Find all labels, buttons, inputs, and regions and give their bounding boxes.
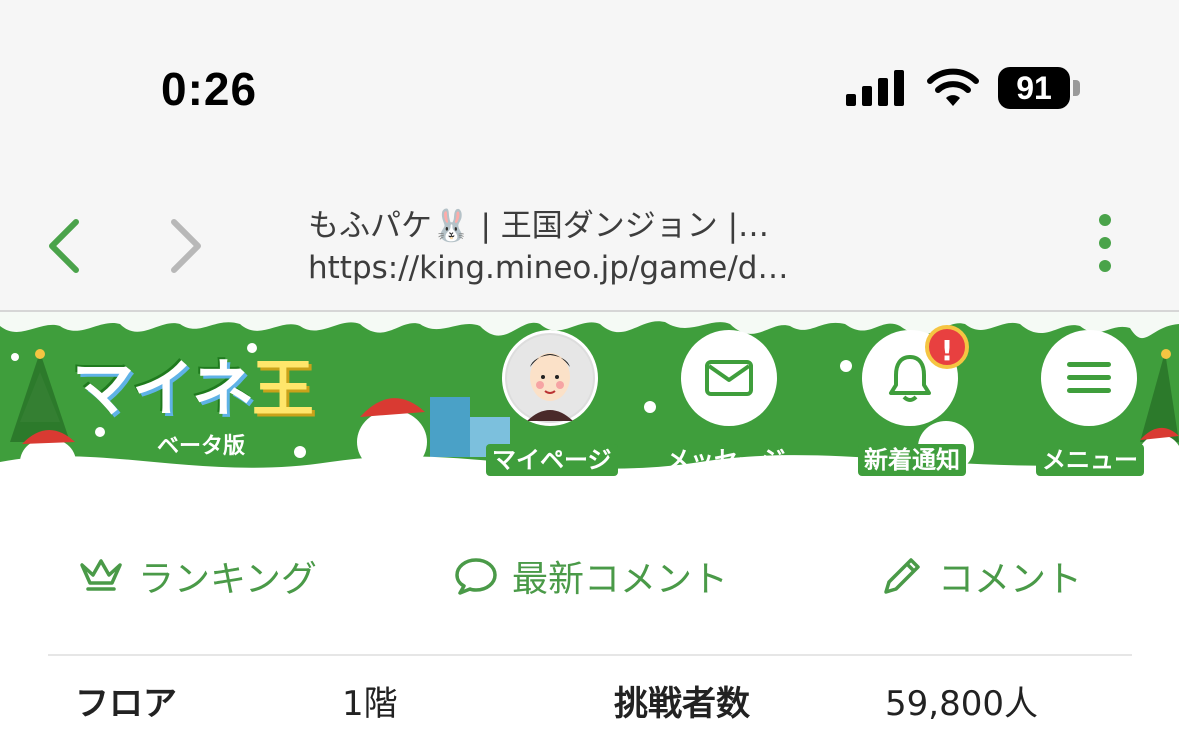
battery-indicator: 91: [998, 67, 1070, 109]
tab-ranking[interactable]: ランキング: [78, 550, 317, 602]
crown-icon: [80, 559, 122, 591]
avatar: [507, 335, 593, 421]
notifications-label[interactable]: 新着通知: [858, 440, 966, 476]
notifications-label-text: 新着通知: [858, 444, 966, 476]
floor-label: フロア: [75, 684, 177, 724]
kebab-dot: [1099, 237, 1111, 249]
floor-value: 1階: [342, 684, 398, 724]
page-title[interactable]: もふパケ🐰 | 王国ダンジョン |…: [308, 200, 769, 245]
pencil-icon: [884, 558, 920, 594]
status-bar: 0:26 91: [0, 0, 1179, 180]
messages-label[interactable]: メッセージ: [666, 440, 786, 475]
cellular-signal-icon: [846, 70, 904, 106]
more-vertical-icon[interactable]: [1090, 214, 1120, 274]
logo-text-main: マイネ: [72, 352, 254, 425]
tab-latest-comments[interactable]: 最新コメント: [454, 550, 728, 602]
mypage-avatar-button[interactable]: [502, 330, 598, 426]
challengers-label: 挑戦者数: [614, 684, 750, 724]
messages-button[interactable]: [681, 330, 777, 426]
logo-text-accent: 王: [252, 352, 314, 425]
back-chevron-icon[interactable]: [40, 216, 90, 276]
bell-icon: [889, 355, 931, 402]
menu-label-text: メニュー: [1036, 444, 1144, 476]
kebab-dot: [1099, 214, 1111, 226]
envelope-icon: [705, 360, 753, 396]
notification-alert-badge: !: [925, 325, 969, 369]
logo-wordmark: マイネ王: [72, 338, 314, 428]
wifi-icon: [927, 68, 979, 106]
hamburger-icon: [1067, 362, 1111, 393]
status-time: 0:26: [161, 63, 258, 115]
browser-toolbar: もふパケ🐰 | 王国ダンジョン |… https://king.mineo.jp…: [0, 180, 1179, 312]
menu-button[interactable]: [1041, 330, 1137, 426]
tab-comment[interactable]: コメント: [880, 550, 1082, 602]
site-logo[interactable]: マイネ王 ベータ版: [72, 338, 314, 459]
mypage-label-text: マイページ: [486, 444, 618, 476]
mypage-label[interactable]: マイページ: [486, 440, 618, 476]
tab-ranking-label: ランキング: [138, 559, 317, 600]
speech-bubble-icon: [455, 558, 497, 595]
battery-nub: [1073, 80, 1080, 96]
menu-label[interactable]: メニュー: [1036, 440, 1144, 476]
challengers-value: 59,800人: [885, 684, 1038, 724]
section-divider: [48, 654, 1132, 656]
logo-subtitle: ベータ版: [157, 434, 246, 459]
forward-chevron-icon[interactable]: [160, 216, 210, 276]
address-url[interactable]: https://king.mineo.jp/game/d…: [308, 250, 788, 286]
tab-comment-label: コメント: [938, 559, 1083, 600]
tab-latest-comments-label: 最新コメント: [512, 559, 729, 600]
kebab-dot: [1099, 260, 1111, 272]
